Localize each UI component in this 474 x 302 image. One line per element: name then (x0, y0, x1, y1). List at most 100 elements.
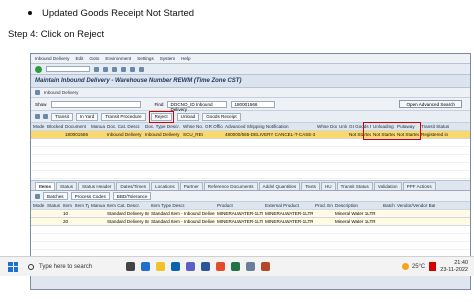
tab-reference-documents[interactable]: Reference Documents (203, 182, 258, 190)
unload-button[interactable]: Unload (176, 112, 200, 121)
item-col-item-type[interactable]: Item Type (73, 203, 89, 208)
item-row[interactable]: 10 Standard Delivery Item Standard Item … (31, 210, 470, 218)
col-whse-door[interactable]: Whse Door (315, 124, 337, 129)
powerpoint-icon[interactable] (261, 262, 271, 271)
item-select-icon[interactable] (35, 193, 40, 199)
windows-start-icon[interactable] (8, 261, 18, 272)
search-icon[interactable] (28, 263, 34, 270)
item-col-batch[interactable]: Batch (381, 203, 395, 208)
bbd-tolerance-button[interactable]: BBD/Tolerance (112, 192, 152, 200)
goods-receipt-button[interactable]: Goods Receipt (202, 112, 241, 121)
delivery-icon[interactable] (35, 90, 40, 95)
tab-texts[interactable]: Texts (301, 182, 320, 190)
item-col-prod-entd[interactable]: Prod. Entd (313, 203, 333, 208)
item-col-cat[interactable]: Item Cat. Descr. (105, 203, 149, 208)
enter-icon[interactable] (35, 65, 42, 73)
col-mode[interactable]: Mode (31, 124, 45, 129)
item-col-product[interactable]: Product (215, 203, 263, 208)
status-highlight (363, 122, 421, 140)
item-col-manually[interactable]: Manually (89, 203, 105, 208)
tab-status[interactable]: Status (56, 182, 78, 190)
item-col-description[interactable]: Description (333, 203, 381, 208)
save-icon[interactable] (94, 66, 99, 72)
excel-icon[interactable] (231, 262, 241, 271)
file-explorer-icon[interactable] (156, 262, 166, 271)
transit-procedure-label: Transit Procedure (105, 114, 142, 119)
task-view-icon[interactable] (126, 262, 136, 271)
tab-addnl-quantities[interactable]: Addnl Quantities (258, 182, 301, 190)
find-icon[interactable] (139, 66, 144, 72)
document-page: Updated Goods Receipt Not Started Step 4… (0, 0, 474, 302)
tab-items[interactable]: Items (35, 182, 56, 190)
menu-inbound-delivery[interactable]: Inbound Delivery (35, 56, 69, 61)
deselect-icon[interactable] (43, 114, 48, 119)
cell-doc-type: Inbound Delivery (145, 132, 180, 137)
menu-goto[interactable]: Goto (89, 56, 99, 61)
command-field[interactable] (46, 66, 90, 72)
tab-status-header[interactable]: Status Header (78, 182, 116, 190)
search-row: Show Find DOCNO_ID Inbound Delivery 1800… (31, 98, 470, 112)
system-clock[interactable]: 21:40 23-11-2022 (440, 260, 468, 274)
batches-label: Batches (47, 193, 64, 199)
back-icon[interactable] (103, 66, 108, 72)
word-icon[interactable] (201, 262, 211, 271)
menu-environment[interactable]: Environment (105, 56, 131, 61)
transit-procedure-button[interactable]: Transit Procedure (101, 112, 146, 121)
col-blocked[interactable]: Blocked (45, 124, 63, 129)
step-heading: Step 4: Click on Reject (8, 29, 105, 40)
cancel-icon[interactable] (121, 66, 126, 72)
taskbar-search[interactable]: Type here to search (39, 264, 92, 270)
show-select[interactable] (50, 100, 141, 108)
item-grid-header: Mode Status Item Item Type Manually Item… (31, 202, 470, 210)
app-toolbar-label[interactable]: Inbound Delivery (44, 90, 78, 95)
menu-settings[interactable]: Settings (137, 56, 154, 61)
sap-logon-icon[interactable] (246, 262, 256, 271)
exit-icon[interactable] (112, 66, 117, 72)
col-whse[interactable]: Whse No. (181, 124, 203, 129)
tab-locations[interactable]: Locations (151, 182, 179, 190)
process-codes-button[interactable]: Process Codes (70, 192, 110, 200)
item-cell-description: Mineral Water 1LTR (335, 211, 376, 216)
col-gr-office[interactable]: GR Office (203, 124, 223, 129)
in-yard-button[interactable]: In Yard (75, 112, 99, 121)
weather-widget[interactable]: 25°C (401, 263, 425, 270)
col-unlod[interactable]: Unlod (337, 124, 347, 129)
bullet-item: Updated Goods Receipt Not Started (28, 8, 194, 19)
edge-icon[interactable] (141, 262, 151, 271)
tab-ppf-actions[interactable]: PPF Actions (402, 182, 436, 190)
teams-icon[interactable] (186, 262, 196, 271)
batches-button[interactable]: Batches (43, 192, 68, 200)
find-field-select[interactable]: DOCNO_ID Inbound Delivery (167, 100, 228, 112)
item-col-ext-product[interactable]: External Product (263, 203, 313, 208)
col-asn[interactable]: Advanced Shipping Notification (223, 124, 315, 129)
print-icon[interactable] (130, 66, 135, 72)
tab-hu[interactable]: HU (320, 182, 336, 190)
item-col-vendor-batch[interactable]: Vendor/Vendor Batch (395, 203, 435, 208)
tab-validation[interactable]: Validation (373, 182, 402, 190)
tab-transit-status[interactable]: Transit Status (336, 182, 373, 190)
menu-help[interactable]: Help (181, 56, 190, 61)
transit-button[interactable]: Transit (51, 112, 73, 121)
select-all-icon[interactable] (35, 114, 40, 119)
col-manually[interactable]: Manually (89, 124, 105, 129)
item-row[interactable]: 20 Standard Delivery Item Standard Item … (31, 218, 470, 226)
notification-icon[interactable] (429, 262, 437, 271)
chrome-icon[interactable] (216, 262, 226, 271)
find-value-input[interactable]: 180001566 (231, 100, 276, 108)
reject-button[interactable]: Reject (150, 112, 172, 121)
tab-dates-times[interactable]: Dates/Times (116, 182, 151, 190)
col-document[interactable]: Document (63, 124, 89, 129)
item-cell-product: MINERALWATER-1LTR (217, 211, 263, 216)
tab-partner[interactable]: Partner (179, 182, 203, 190)
col-doc-type[interactable]: Doc. Type Descr. (143, 124, 181, 129)
item-col-status[interactable]: Status (45, 203, 61, 208)
col-transit-status[interactable]: Transit Status (419, 124, 449, 129)
item-col-item[interactable]: Item (61, 203, 73, 208)
col-doc-cat[interactable]: Doc. Cat. Descr. (105, 124, 143, 129)
menu-system[interactable]: System (160, 56, 175, 61)
item-col-type[interactable]: Item Type Descr. (149, 203, 215, 208)
outlook-icon[interactable] (171, 262, 181, 271)
item-col-mode[interactable]: Mode (31, 203, 45, 208)
menu-edit[interactable]: Edit (75, 56, 83, 61)
open-advanced-search-button[interactable]: Open Advanced Search (399, 100, 462, 108)
